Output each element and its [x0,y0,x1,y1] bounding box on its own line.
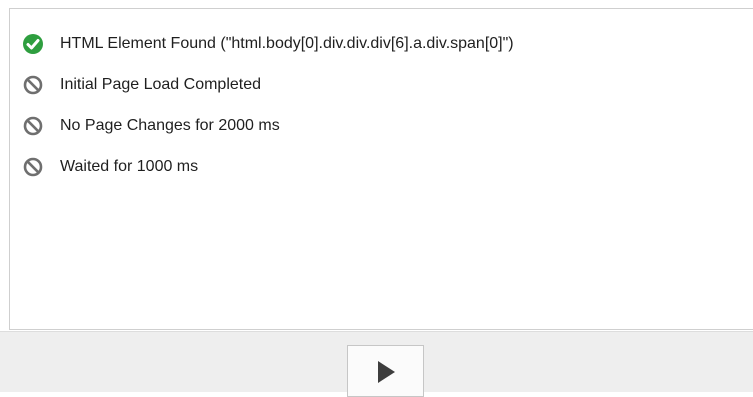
condition-item-page-load: Initial Page Load Completed [22,64,514,105]
condition-list: HTML Element Found ("html.body[0].div.di… [22,23,514,187]
wait-conditions-panel: HTML Element Found ("html.body[0].div.di… [9,8,753,330]
run-button[interactable] [347,345,424,397]
check-circle-icon [23,33,43,54]
condition-label: Initial Page Load Completed [60,75,262,93]
condition-item-element-found: HTML Element Found ("html.body[0].div.di… [22,23,514,64]
footer-bar [0,331,753,397]
blocked-icon [23,116,43,135]
blocked-icon [23,157,43,176]
condition-label: Waited for 1000 ms [60,157,199,175]
blocked-icon [23,75,43,94]
play-icon [378,361,395,383]
condition-item-no-page-changes: No Page Changes for 2000 ms [22,105,514,146]
condition-item-waited: Waited for 1000 ms [22,146,514,187]
condition-label: HTML Element Found ("html.body[0].div.di… [60,34,514,52]
condition-label: No Page Changes for 2000 ms [60,116,280,134]
